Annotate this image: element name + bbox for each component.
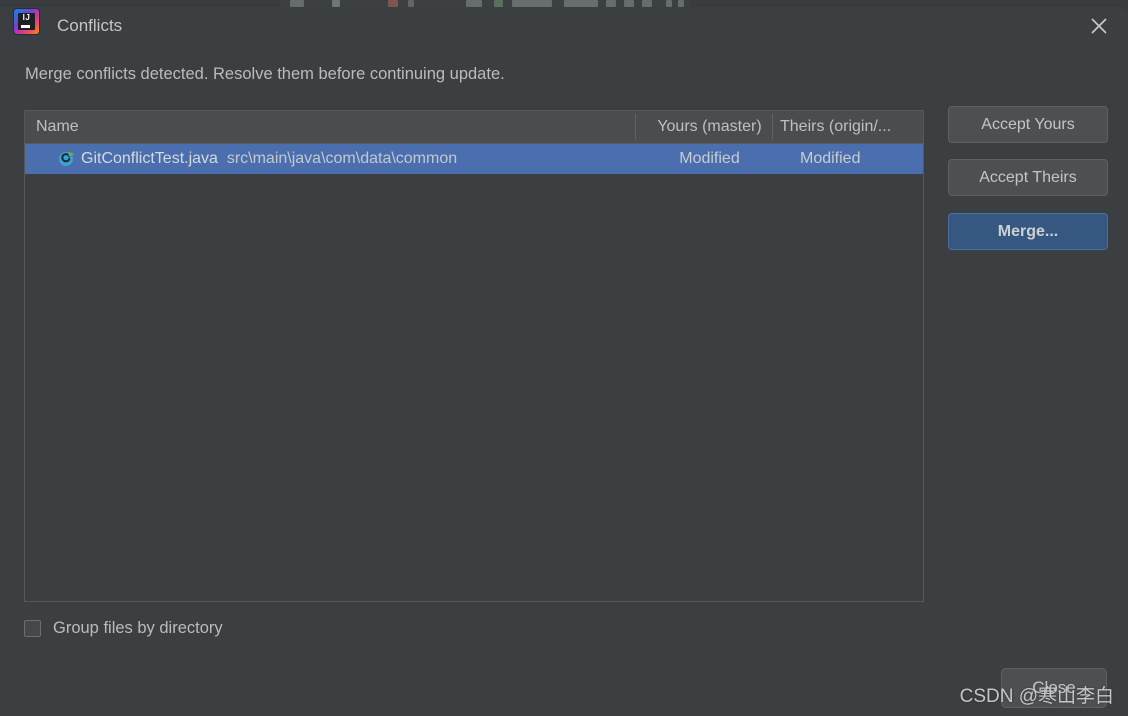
conflicts-dialog: IJ Conflicts Merge conflicts detected. R… <box>0 7 1128 716</box>
group-files-by-directory-checkbox[interactable]: Group files by directory <box>24 619 223 638</box>
accept-theirs-button[interactable]: Accept Theirs <box>948 159 1108 196</box>
cell-file-name: GitConflictTest.java src\main\java\com\d… <box>81 144 457 174</box>
column-divider[interactable] <box>635 114 636 140</box>
column-header-name[interactable]: Name <box>36 111 79 143</box>
file-name-text: GitConflictTest.java <box>81 150 218 167</box>
conflict-message: Merge conflicts detected. Resolve them b… <box>25 65 505 83</box>
table-body: GitConflictTest.java src\main\java\com\d… <box>25 144 923 601</box>
close-icon[interactable] <box>1070 7 1128 45</box>
table-header-row: Name Yours (master) Theirs (origin/... <box>25 111 923 144</box>
close-button[interactable]: Close <box>1001 668 1107 708</box>
app-logo-underscore <box>21 25 30 28</box>
cell-theirs-status: Modified <box>800 150 861 167</box>
app-logo-text: IJ <box>22 13 31 22</box>
accept-yours-button[interactable]: Accept Yours <box>948 106 1108 143</box>
column-header-yours[interactable]: Yours (master) <box>643 111 776 143</box>
conflicts-table: Name Yours (master) Theirs (origin/... G… <box>24 110 924 602</box>
file-path-text: src\main\java\com\data\common <box>226 150 458 167</box>
cell-yours-status: Modified <box>679 150 740 167</box>
intellij-idea-logo-icon: IJ <box>14 9 39 34</box>
java-class-runnable-icon <box>58 150 76 168</box>
checkbox-label: Group files by directory <box>53 619 223 637</box>
page-title: Conflicts <box>57 16 123 35</box>
merge-button[interactable]: Merge... <box>948 213 1108 250</box>
checkbox-box[interactable] <box>24 620 41 637</box>
ide-toolbar-sliver <box>280 0 690 7</box>
column-header-theirs[interactable]: Theirs (origin/... <box>780 111 920 143</box>
dialog-titlebar: IJ Conflicts <box>0 7 1128 45</box>
table-row[interactable]: GitConflictTest.java src\main\java\com\d… <box>25 144 923 174</box>
column-divider[interactable] <box>772 114 773 140</box>
